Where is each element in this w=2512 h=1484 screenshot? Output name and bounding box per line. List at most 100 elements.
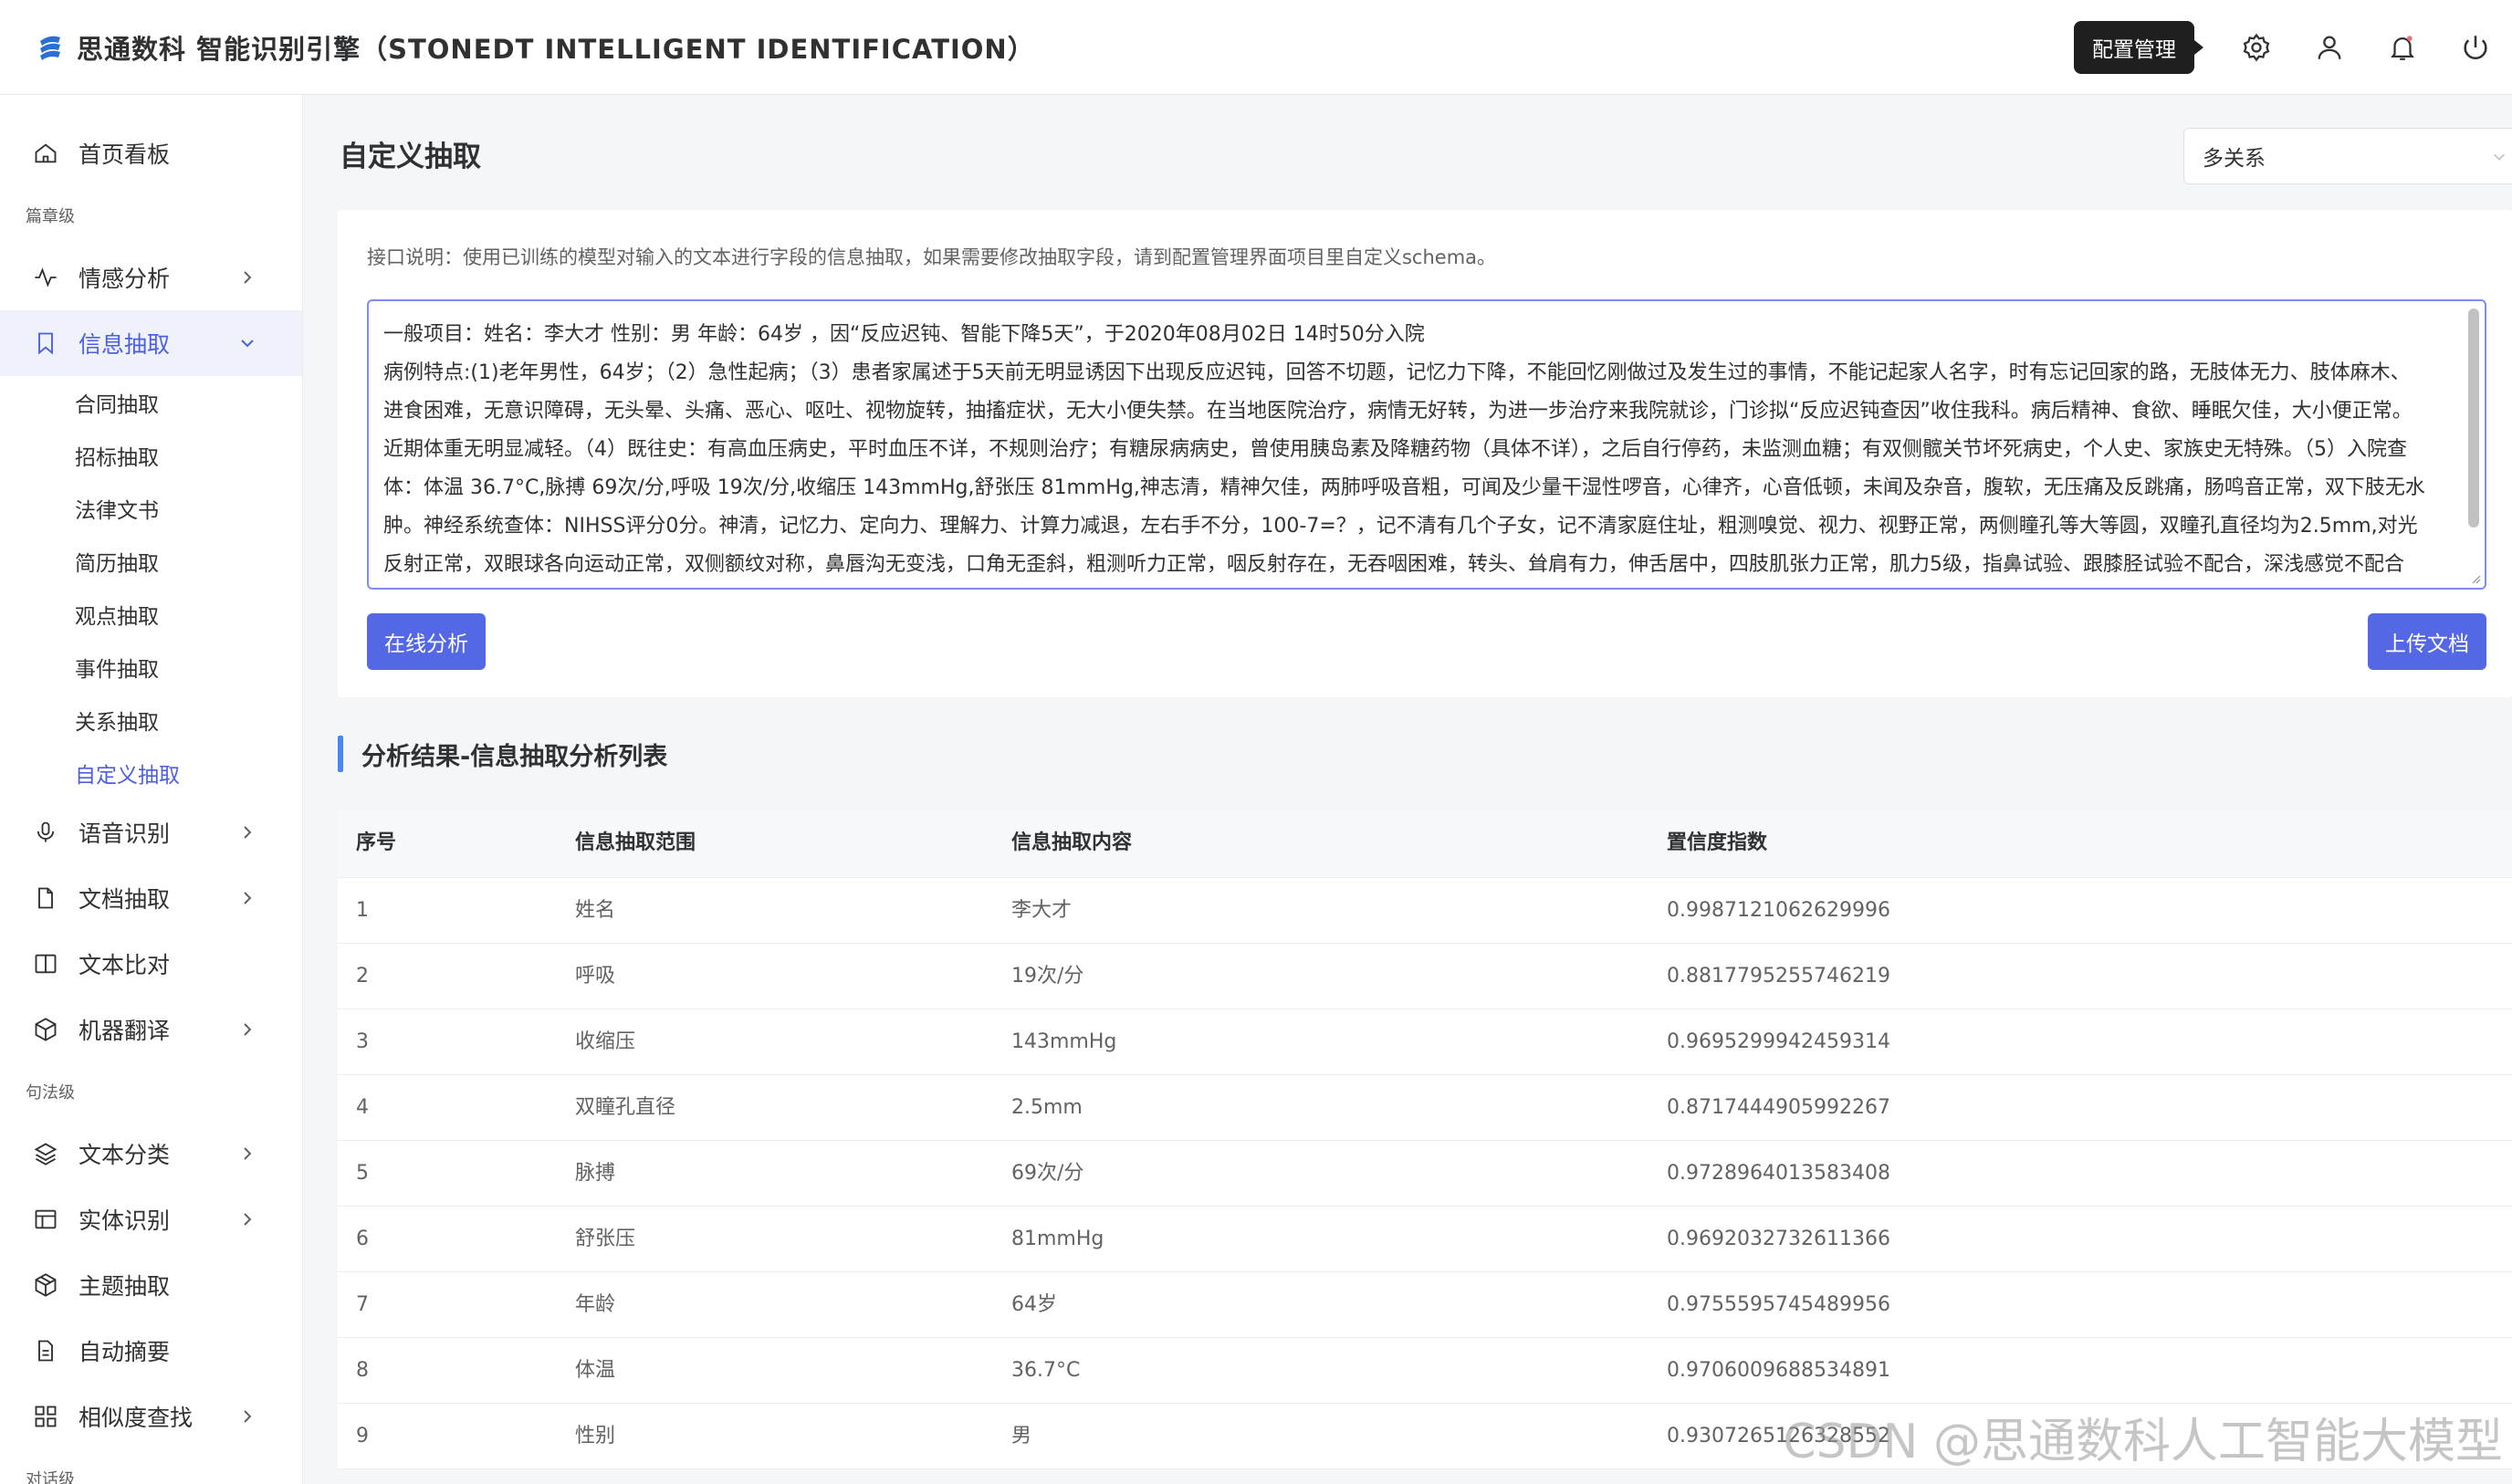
notification-button[interactable] bbox=[2366, 0, 2439, 95]
chevron-right-icon bbox=[244, 826, 252, 839]
cell-index: 1 bbox=[356, 899, 369, 922]
cell-content: 李大才 bbox=[1011, 899, 1073, 922]
resize-grip-icon[interactable] bbox=[2468, 571, 2481, 584]
sidebar-subitem-custom[interactable]: 自定义抽取 bbox=[0, 747, 302, 799]
section-accent-bar bbox=[338, 736, 343, 772]
sidebar-item-label: 相似度查找 bbox=[78, 1405, 194, 1431]
user-button[interactable] bbox=[2293, 0, 2366, 95]
cell-index: 4 bbox=[356, 1096, 369, 1119]
header-range: 信息抽取范围 bbox=[575, 831, 696, 854]
bell-icon bbox=[2391, 36, 2414, 60]
text-line: 进食困难，无意识障碍，无头晕、头痛、恶心、呕吐、视物旋转，抽搐症状，无大小便失禁… bbox=[383, 400, 2413, 423]
text-line: 近期体重无明显减轻。（4）既往史：有高血压病史，平时血压不详，不规则治疗；有糖尿… bbox=[383, 438, 2408, 461]
layers-icon bbox=[34, 1143, 58, 1165]
text-input-area[interactable]: 一般项目：姓名：李大才 性别：男 年龄：64岁 ，因“反应迟钝、智能下降5天”，… bbox=[367, 299, 2486, 590]
sidebar-subitem-legal[interactable]: 法律文书 bbox=[0, 482, 302, 535]
config-tooltip: 配置管理 bbox=[2074, 21, 2203, 74]
sidebar-item-label: 文本分类 bbox=[78, 1142, 171, 1168]
sidebar-item-label: 情感分析 bbox=[78, 266, 171, 292]
chevron-down-icon bbox=[241, 340, 254, 348]
logo: 思通数科 智能识别引擎（STONEDT INTELLIGENT IDENTIFI… bbox=[37, 28, 1035, 67]
chevron-right-icon bbox=[244, 271, 252, 284]
table-row: 8 体温 36.7°C 0.9706009688534891 bbox=[338, 1338, 2512, 1404]
cell-range: 年龄 bbox=[575, 1293, 616, 1316]
cell-index: 2 bbox=[356, 965, 369, 988]
sidebar-item-label: 主题抽取 bbox=[78, 1273, 171, 1300]
sidebar-item-info-extract[interactable]: 信息抽取 bbox=[0, 310, 302, 376]
relation-select[interactable]: 多关系 bbox=[2183, 128, 2512, 184]
table-header-row: 序号 信息抽取范围 信息抽取内容 置信度指数 bbox=[338, 810, 2512, 878]
sidebar-item-text-compare[interactable]: 文本比对 bbox=[0, 931, 302, 997]
table-icon bbox=[35, 1209, 57, 1229]
cell-confidence: 0.8817795255746219 bbox=[1667, 965, 1890, 988]
cell-index: 9 bbox=[356, 1425, 369, 1447]
sidebar-item-text-classify[interactable]: 文本分类 bbox=[0, 1121, 302, 1186]
cube-icon bbox=[35, 1018, 57, 1041]
sidebar-item-home[interactable]: 首页看板 bbox=[0, 120, 302, 186]
sidebar-item-topic[interactable]: 主题抽取 bbox=[0, 1252, 302, 1318]
logout-button[interactable] bbox=[2439, 0, 2512, 95]
sidebar: 首页看板 篇章级 情感分析 信息抽取 合同抽取 招标抽取 法律文书 简历抽取 观… bbox=[0, 95, 303, 1484]
header-content: 信息抽取内容 bbox=[1011, 831, 1133, 854]
gear-icon bbox=[2243, 33, 2270, 62]
chevron-right-icon bbox=[244, 1213, 252, 1226]
sidebar-item-translate[interactable]: 机器翻译 bbox=[0, 997, 302, 1062]
table-row: 6 舒张压 81mmHg 0.9692032732611366 bbox=[338, 1207, 2512, 1272]
cell-content: 81mmHg bbox=[1011, 1228, 1104, 1250]
sidebar-item-similarity[interactable]: 相似度查找 bbox=[0, 1384, 302, 1449]
sidebar-item-label: 信息抽取 bbox=[78, 331, 171, 358]
input-card: 接口说明：使用已训练的模型对输入的文本进行字段的信息抽取，如果需要修改抽取字段，… bbox=[338, 210, 2512, 697]
file-icon bbox=[38, 887, 53, 909]
sidebar-subitem-relation[interactable]: 关系抽取 bbox=[0, 694, 302, 747]
cell-content: 64岁 bbox=[1011, 1293, 1057, 1316]
cell-range: 脉搏 bbox=[575, 1162, 616, 1185]
cell-content: 143mmHg bbox=[1011, 1030, 1117, 1053]
chevron-right-icon bbox=[244, 1410, 252, 1423]
bookmark-icon bbox=[38, 332, 53, 355]
cell-range: 性别 bbox=[575, 1425, 616, 1447]
sidebar-item-speech[interactable]: 语音识别 bbox=[0, 799, 302, 865]
analyze-button[interactable]: 在线分析 bbox=[367, 613, 486, 670]
home-icon bbox=[35, 143, 57, 163]
settings-button[interactable] bbox=[2220, 0, 2293, 95]
cell-range: 姓名 bbox=[575, 899, 616, 922]
table-row: 3 收缩压 143mmHg 0.9695299942459314 bbox=[338, 1009, 2512, 1075]
main-content: 自定义抽取 多关系 接口说明：使用已训练的模型对输入的文本进行字段的信息抽取，如… bbox=[303, 95, 2512, 1484]
header-index: 序号 bbox=[356, 831, 397, 854]
cell-confidence: 0.9692032732611366 bbox=[1667, 1228, 1890, 1250]
chevron-right-icon bbox=[244, 892, 252, 904]
sidebar-item-sentiment[interactable]: 情感分析 bbox=[0, 245, 302, 310]
cell-confidence: 0.9728964013583408 bbox=[1667, 1162, 1890, 1185]
table-row: 5 脉搏 69次/分 0.9728964013583408 bbox=[338, 1141, 2512, 1207]
sidebar-item-entity[interactable]: 实体识别 bbox=[0, 1186, 302, 1252]
sidebar-subitem-event[interactable]: 事件抽取 bbox=[0, 641, 302, 694]
sidebar-subitem-opinion[interactable]: 观点抽取 bbox=[0, 588, 302, 641]
microphone-icon bbox=[37, 821, 55, 842]
cell-index: 6 bbox=[356, 1228, 369, 1250]
upload-button[interactable]: 上传文档 bbox=[2368, 613, 2486, 670]
cell-confidence: 0.9755595745489956 bbox=[1667, 1293, 1890, 1316]
section-title: 分析结果-信息抽取分析列表 bbox=[338, 736, 667, 772]
text-line: 病例特点:(1)老年男性，64岁；（2）急性起病；（3）患者家属述于5天前无明显… bbox=[383, 361, 2411, 384]
sidebar-item-doc-extract[interactable]: 文档抽取 bbox=[0, 865, 302, 931]
cell-confidence: 0.9695299942459314 bbox=[1667, 1030, 1890, 1053]
chevron-down-icon bbox=[2493, 153, 2506, 161]
table-row: 2 呼吸 19次/分 0.8817795255746219 bbox=[338, 944, 2512, 1009]
cell-content: 19次/分 bbox=[1011, 965, 1084, 988]
table-row: 4 双瞳孔直径 2.5mm 0.8717444905992267 bbox=[338, 1075, 2512, 1141]
grid-icon bbox=[35, 1406, 57, 1427]
sidebar-subitem-contract[interactable]: 合同抽取 bbox=[0, 376, 302, 429]
cell-index: 3 bbox=[356, 1030, 369, 1053]
sidebar-subitem-bidding[interactable]: 招标抽取 bbox=[0, 429, 302, 482]
sidebar-subitem-resume[interactable]: 简历抽取 bbox=[0, 535, 302, 588]
textarea-scrollbar[interactable] bbox=[2468, 308, 2479, 528]
sidebar-item-label: 实体识别 bbox=[78, 1207, 171, 1234]
cell-range: 收缩压 bbox=[575, 1030, 636, 1053]
sidebar-item-label: 文本比对 bbox=[78, 952, 171, 978]
sidebar-item-summary[interactable]: 自动摘要 bbox=[0, 1318, 302, 1384]
package-icon bbox=[35, 1273, 57, 1297]
group-label-chapter: 篇章级 bbox=[26, 207, 75, 226]
text-line: 一般项目：姓名：李大才 性别：男 年龄：64岁 ，因“反应迟钝、智能下降5天”，… bbox=[383, 323, 1425, 346]
header-confidence: 置信度指数 bbox=[1667, 831, 1768, 854]
result-table: 序号 信息抽取范围 信息抽取内容 置信度指数 1 姓名 李大才 0.998712… bbox=[338, 810, 2512, 1469]
